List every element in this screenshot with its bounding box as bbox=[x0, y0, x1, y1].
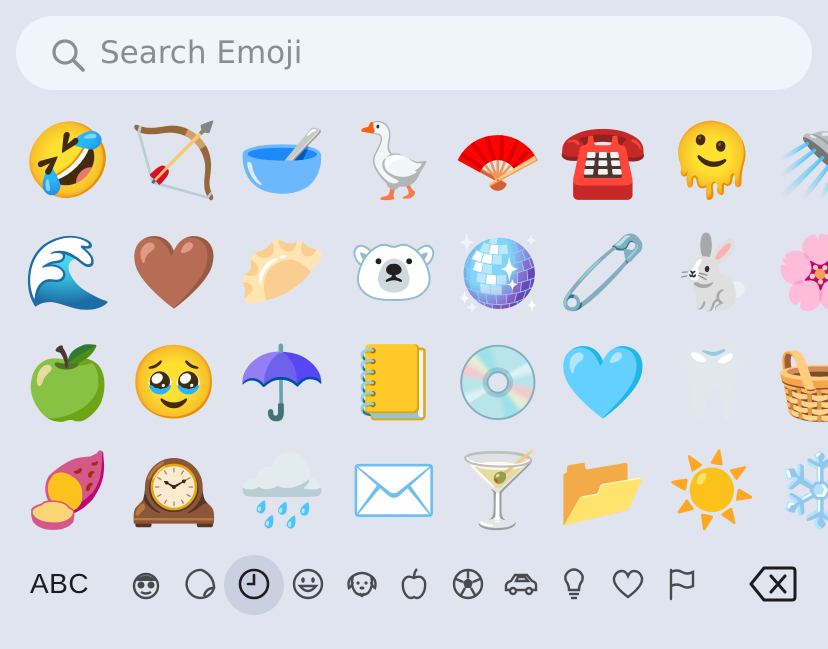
emoji-key[interactable]: 🤣 bbox=[18, 110, 118, 210]
emoji-key[interactable]: 🏹 bbox=[124, 110, 224, 210]
category-travel-places[interactable] bbox=[499, 562, 543, 606]
delete-backspace-icon[interactable] bbox=[748, 564, 798, 604]
emoji-key[interactable]: 🍠 bbox=[18, 440, 118, 540]
smiley-icon bbox=[292, 568, 324, 600]
heart-icon bbox=[612, 569, 644, 599]
emoji-key[interactable]: ☂️ bbox=[232, 332, 332, 432]
category-smileys[interactable] bbox=[286, 562, 330, 606]
dog-icon bbox=[347, 571, 377, 598]
emoji-key[interactable]: 🐇 bbox=[662, 222, 762, 322]
emoji-key[interactable]: ✉️ bbox=[344, 440, 444, 540]
abc-keyboard-button[interactable]: ABC bbox=[30, 562, 89, 606]
emoji-key[interactable]: 🩵 bbox=[553, 332, 653, 432]
emoji-key[interactable]: 🌊 bbox=[18, 222, 118, 322]
category-flags[interactable] bbox=[659, 562, 703, 606]
emoji-grid: 🤣 🏹 🥣 🪿 🪭 ☎️ 🫠 🚿 🌊 🤎 🥟 🐻‍❄️ 🪩 🧷 🐇 🌸 🍏 🥹 … bbox=[0, 110, 828, 540]
emoji-key[interactable]: 📂 bbox=[553, 440, 653, 540]
emoji-key[interactable]: ☀️ bbox=[662, 440, 762, 540]
person-face-icon bbox=[132, 572, 160, 600]
emoji-key[interactable]: 🥟 bbox=[232, 222, 332, 322]
emoji-key[interactable]: 🪩 bbox=[448, 222, 548, 322]
category-bar: ABC bbox=[0, 550, 828, 620]
emoji-key[interactable]: 🪿 bbox=[344, 110, 444, 210]
category-stickers[interactable] bbox=[178, 562, 222, 606]
search-icon bbox=[52, 39, 85, 72]
soccer-ball-icon bbox=[452, 568, 484, 600]
sticker-icon bbox=[185, 568, 216, 600]
emoji-key[interactable]: 🥹 bbox=[124, 332, 224, 432]
emoji-key[interactable]: 📒 bbox=[344, 332, 444, 432]
emoji-key[interactable]: 🧷 bbox=[553, 222, 653, 322]
clock-icon bbox=[238, 568, 270, 600]
category-frequently-used[interactable] bbox=[232, 562, 276, 606]
category-animals-nature[interactable] bbox=[340, 562, 384, 606]
emoji-key[interactable]: 🐻‍❄️ bbox=[344, 222, 444, 322]
category-food-drink[interactable] bbox=[392, 562, 436, 606]
emoji-key[interactable]: 🧺 bbox=[770, 332, 828, 432]
category-objects[interactable] bbox=[552, 562, 596, 606]
emoji-key[interactable]: 💿 bbox=[448, 332, 548, 432]
emoji-key[interactable]: 🌧️ bbox=[232, 440, 332, 540]
search-placeholder: Search Emoji bbox=[100, 35, 303, 71]
flag-icon bbox=[669, 568, 695, 601]
emoji-key[interactable]: 🥣 bbox=[232, 110, 332, 210]
category-activity[interactable] bbox=[446, 562, 490, 606]
emoji-key[interactable]: ☎️ bbox=[553, 110, 653, 210]
apple-icon bbox=[401, 568, 427, 600]
emoji-key[interactable]: ❄️ bbox=[770, 440, 828, 540]
emoji-key[interactable]: 🍸 bbox=[448, 440, 548, 540]
emoji-key[interactable]: 🍏 bbox=[18, 332, 118, 432]
emoji-key[interactable]: 🦷 bbox=[662, 332, 762, 432]
emoji-keyboard: Search Emoji 🤣 🏹 🥣 🪿 🪭 ☎️ 🫠 🚿 🌊 🤎 🥟 🐻‍❄️… bbox=[0, 0, 828, 649]
category-smileys-people[interactable] bbox=[124, 562, 168, 606]
emoji-key[interactable]: 🫠 bbox=[662, 110, 762, 210]
search-field[interactable]: Search Emoji bbox=[16, 16, 812, 90]
category-symbols[interactable] bbox=[606, 562, 650, 606]
emoji-key[interactable]: 🪭 bbox=[448, 110, 548, 210]
emoji-key[interactable]: 🚿 bbox=[770, 110, 828, 210]
lightbulb-icon bbox=[564, 568, 584, 600]
car-icon bbox=[504, 573, 538, 596]
emoji-key[interactable]: 🌸 bbox=[770, 222, 828, 322]
emoji-key[interactable]: 🕰️ bbox=[124, 440, 224, 540]
emoji-key[interactable]: 🤎 bbox=[124, 222, 224, 322]
